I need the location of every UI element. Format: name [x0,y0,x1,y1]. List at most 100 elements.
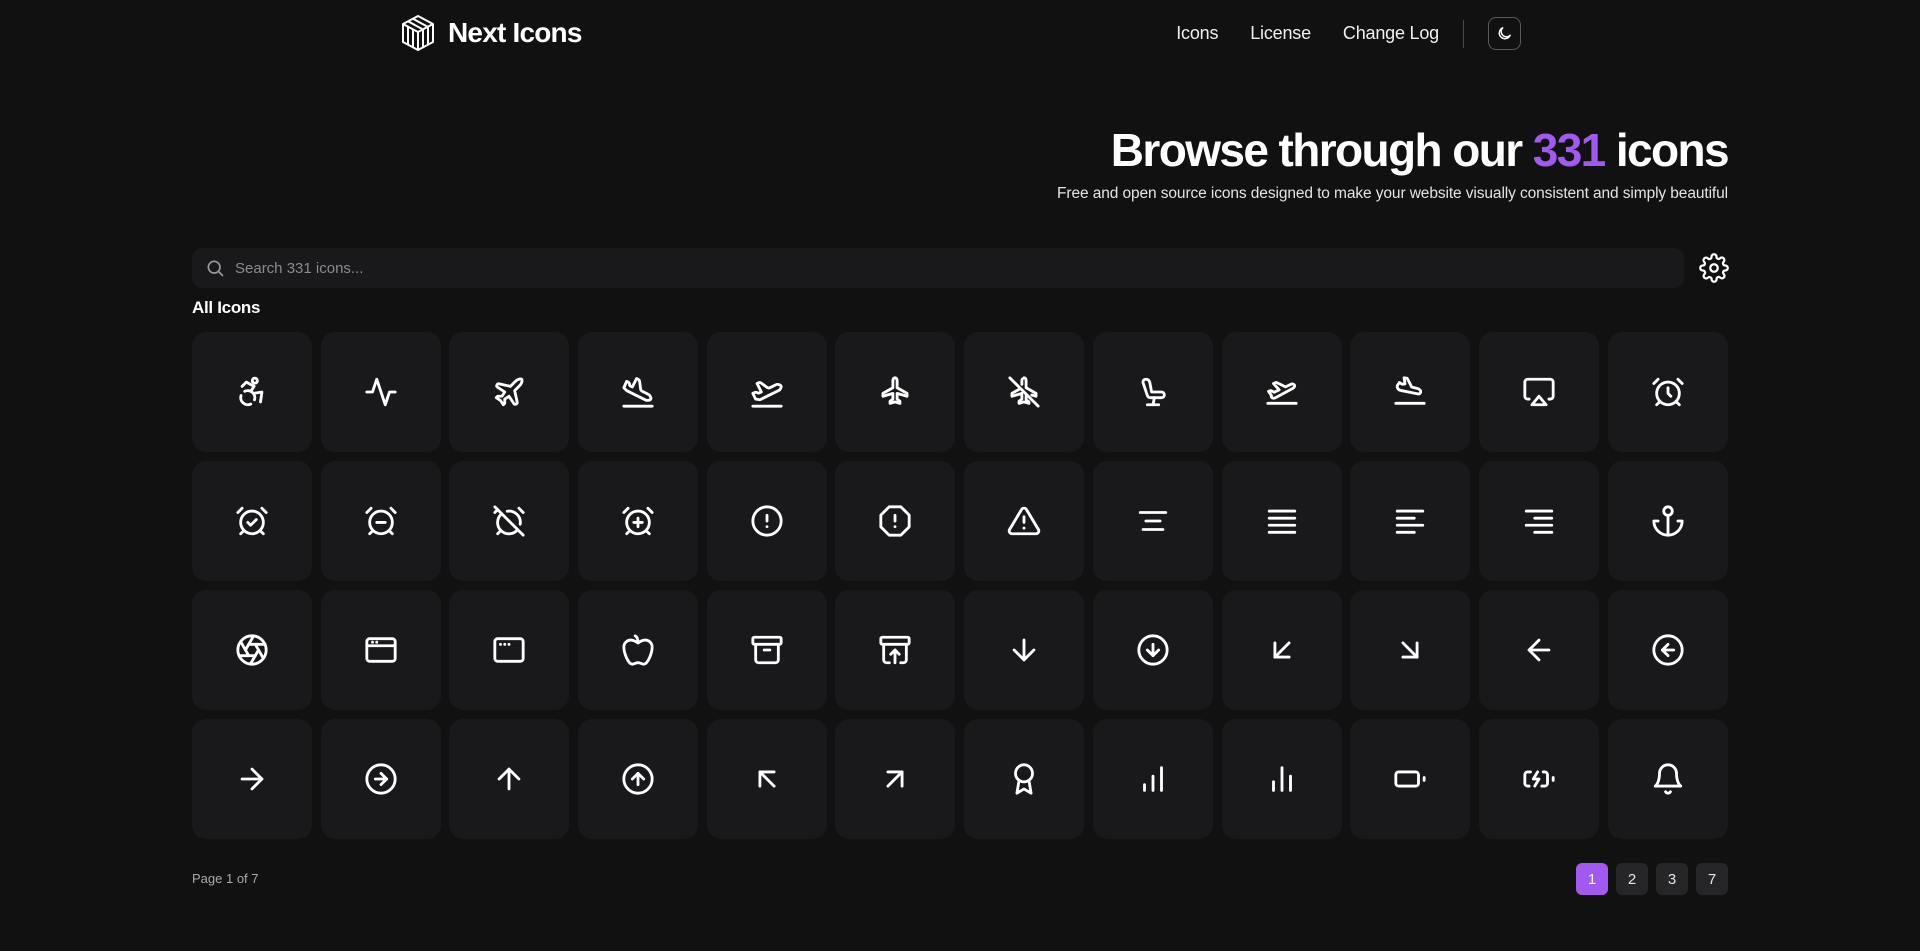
arrow-right-icon [240,767,264,791]
alarm-plus-icon [622,506,654,536]
icon-tile-alarm-minus[interactable] [320,461,441,581]
icon-tile-airplane-landing[interactable] [578,332,699,452]
pagination: 1237 [1568,863,1728,895]
search-input[interactable] [233,249,1684,287]
icon-tile-activity[interactable] [320,332,441,452]
icon-tile-app-window-dots[interactable] [449,590,570,710]
gear-icon [1699,253,1729,283]
alert-triangle-icon [1007,506,1041,536]
icon-tile-airplay[interactable] [1478,332,1599,452]
icon-tile-align-justify[interactable] [1221,461,1342,581]
icon-tile-align-center[interactable] [1092,461,1213,581]
arrow-left-icon [1527,638,1551,662]
arrow-left-circle-icon [1651,634,1684,666]
archive-restore-icon [879,635,912,665]
theme-toggle-button[interactable] [1488,17,1521,50]
icon-tile-bar-chart-alt[interactable] [1221,719,1342,839]
title-suffix: icons [1604,124,1730,176]
airplane-up-icon [881,376,909,405]
icon-tile-align-right[interactable] [1478,461,1599,581]
page-button-3[interactable]: 3 [1656,863,1688,895]
bell-icon [1653,763,1682,795]
icon-tile-archive[interactable] [706,590,827,710]
icon-tile-bell[interactable] [1607,719,1728,839]
battery-icon [1394,770,1426,788]
award-icon [1014,763,1035,795]
icon-tile-arrow-up-right[interactable] [835,719,956,839]
nav-link-change-log[interactable]: Change Log [1343,23,1439,44]
moon-icon [1498,27,1511,40]
brand-name: Next Icons [448,17,582,48]
icon-tile-airplane-off[interactable] [964,332,1085,452]
icon-tile-arrow-up-left[interactable] [706,719,827,839]
icon-tile-alert-octagon[interactable] [835,461,956,581]
brand-link[interactable]: Next Icons [400,14,582,52]
icon-tile-arrow-left[interactable] [1478,590,1599,710]
cube-logo-icon [402,15,434,51]
icon-tile-accessibility[interactable] [192,332,312,452]
icon-tile-battery-charging[interactable] [1478,719,1599,839]
page-subtitle: Free and open source icons designed to m… [1057,185,1728,202]
align-right-icon [1524,509,1554,534]
icon-tile-battery[interactable] [1350,719,1471,839]
alarm-minus-icon [365,506,397,536]
icon-tile-airline-seat[interactable] [1092,332,1213,452]
icon-tile-aperture[interactable] [192,590,312,710]
nav-divider [1463,19,1464,48]
flight-takeoff-icon [1265,380,1298,405]
bar-chart-alt-icon [1271,766,1292,792]
airplay-icon [1523,377,1555,407]
nav-link-icons[interactable]: Icons [1176,23,1218,44]
icon-tile-flight-takeoff[interactable] [1221,332,1342,452]
site-header: Next Icons Icons License Change Log [0,0,1920,66]
icon-tile-airplane-up[interactable] [835,332,956,452]
icon-tile-arrow-down-left[interactable] [1221,590,1342,710]
icon-tile-anchor[interactable] [1607,461,1728,581]
icon-tile-flight-landing[interactable] [1350,332,1471,452]
icon-tile-airplane[interactable] [449,332,570,452]
icon-tile-align-left[interactable] [1350,461,1471,581]
nav-link-license[interactable]: License [1250,23,1311,44]
icon-tile-apple[interactable] [578,590,699,710]
icon-tile-bar-chart[interactable] [1092,719,1213,839]
icon-tile-arrow-down-right[interactable] [1350,590,1471,710]
icon-tile-arrow-right-circle[interactable] [320,719,441,839]
arrow-up-circle-icon [622,763,654,795]
page-button-7[interactable]: 7 [1696,863,1728,895]
page-button-2[interactable]: 2 [1616,863,1648,895]
icon-tile-arrow-down-circle[interactable] [1092,590,1213,710]
icon-tile-airplane-takeoff[interactable] [706,332,827,452]
airplane-takeoff-icon [751,381,783,408]
alarm-check-icon [236,506,268,536]
archive-icon [751,635,783,665]
alarm-off-icon [493,505,525,537]
icon-tile-alert-circle[interactable] [706,461,827,581]
icon-tile-arrow-up-circle[interactable] [578,719,699,839]
airplane-landing-icon [622,377,654,408]
icon-grid [192,332,1728,839]
settings-button[interactable] [1699,253,1729,283]
airline-seat-icon [1141,377,1166,407]
bar-chart-icon [1142,766,1163,792]
icon-tile-alarm-off[interactable] [449,461,570,581]
anchor-icon [1651,505,1684,537]
arrow-up-left-icon [758,770,776,788]
page-button-1[interactable]: 1 [1576,863,1608,895]
icon-tile-arrow-left-circle[interactable] [1607,590,1728,710]
icon-tile-alert-triangle[interactable] [964,461,1085,581]
arrow-down-icon [1012,638,1036,662]
icon-tile-arrow-down[interactable] [964,590,1085,710]
icon-tile-alarm-check[interactable] [192,461,312,581]
icon-tile-arrow-right[interactable] [192,719,312,839]
icon-tile-award[interactable] [964,719,1085,839]
align-left-icon [1396,509,1425,534]
icon-tile-archive-restore[interactable] [835,590,956,710]
apple-icon [622,634,654,666]
icon-tile-app-window[interactable] [320,590,441,710]
icon-tile-arrow-up[interactable] [449,719,570,839]
alert-octagon-icon [879,505,912,537]
icon-tile-alarm-clock[interactable] [1607,332,1728,452]
icon-tile-alarm-plus[interactable] [578,461,699,581]
section-title: All Icons [192,298,261,317]
icon-count: 331 [1532,124,1607,176]
